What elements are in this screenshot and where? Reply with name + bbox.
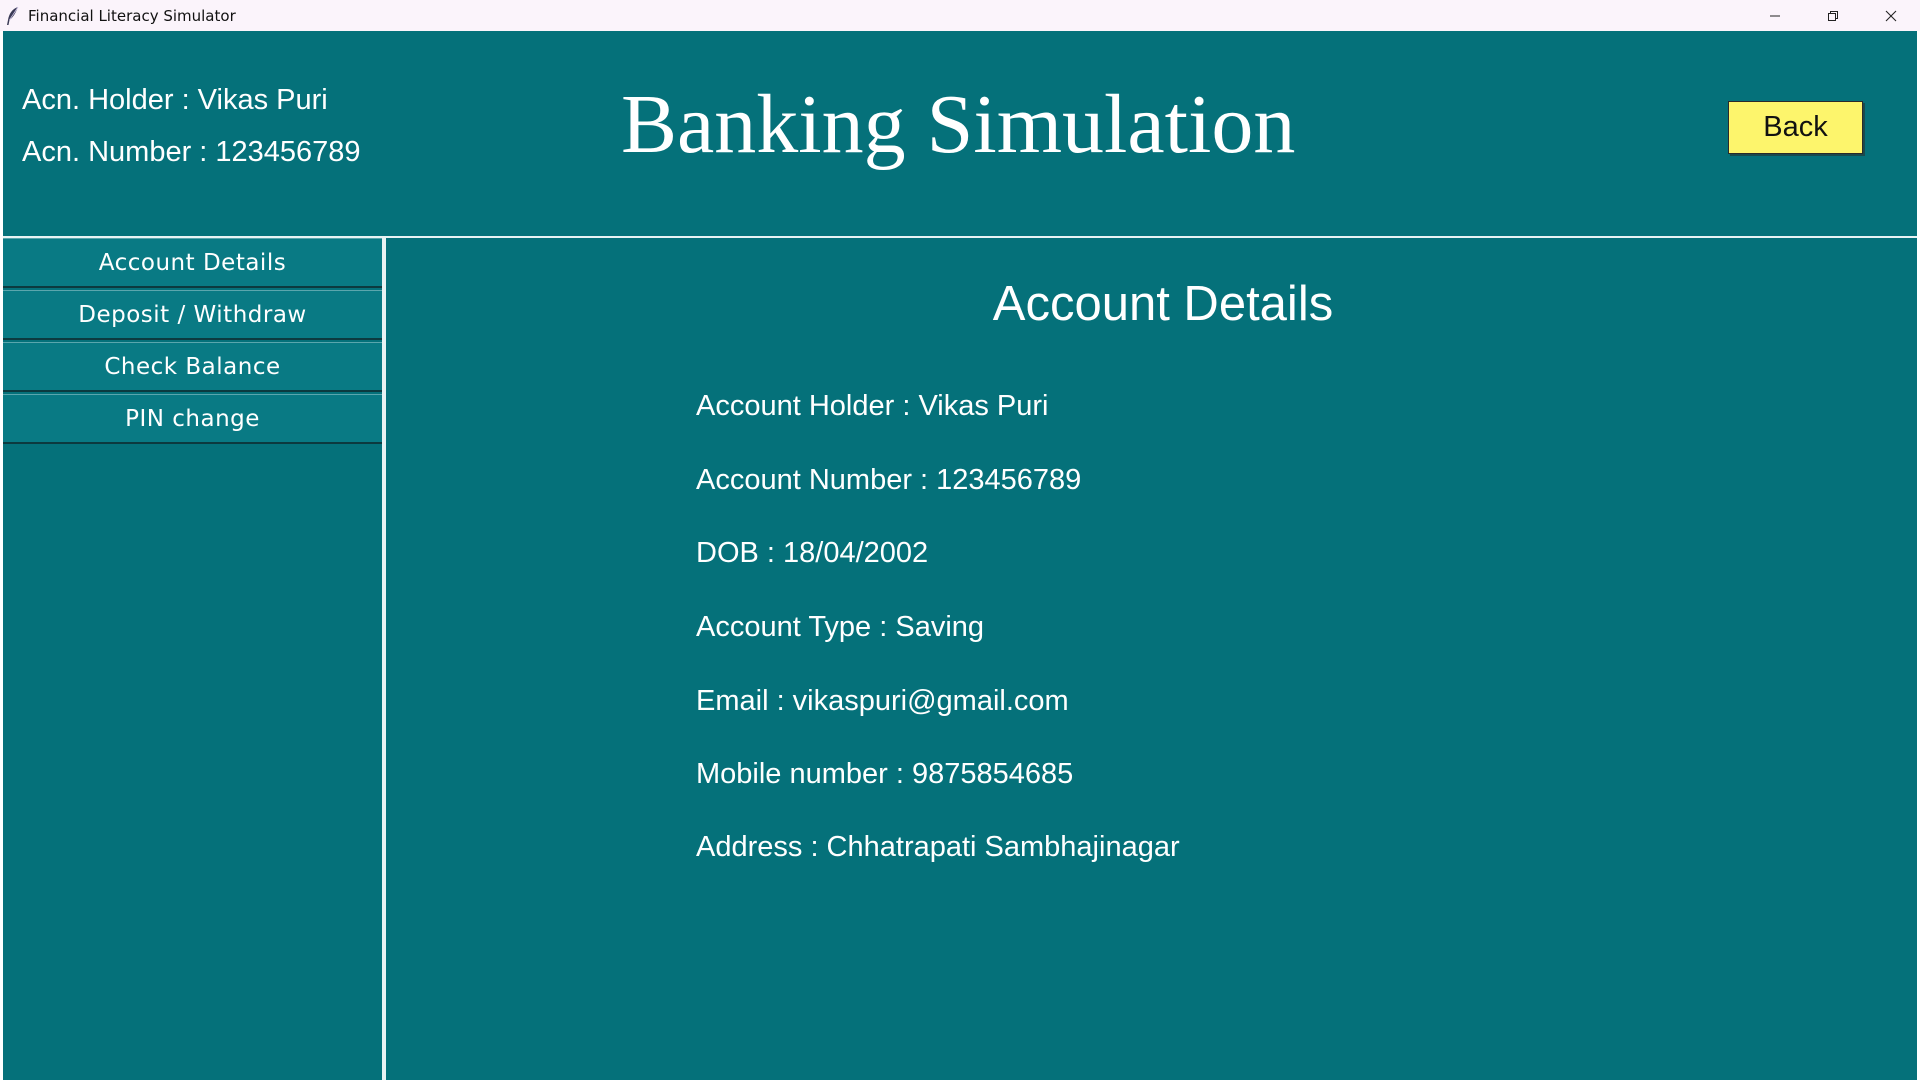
sidebar-item-deposit-withdraw[interactable]: Deposit / Withdraw — [3, 290, 384, 340]
sidebar-item-check-balance[interactable]: Check Balance — [3, 342, 384, 392]
feather-icon — [5, 6, 21, 26]
detail-dob: DOB : 18/04/2002 — [696, 537, 929, 569]
detail-account-holder: Account Holder : Vikas Puri — [696, 390, 1049, 422]
section-title: Account Details — [992, 277, 1334, 331]
title-bar: Financial Literacy Simulator — [0, 0, 1920, 31]
window-controls — [1746, 0, 1920, 31]
restore-icon — [1827, 10, 1839, 22]
window-body: Acn. Holder : Vikas Puri Acn. Number : 1… — [0, 31, 1920, 1080]
detail-email: Email : vikaspuri@gmail.com — [696, 685, 1069, 717]
detail-account-number: Account Number : 123456789 — [696, 464, 1082, 496]
header: Acn. Holder : Vikas Puri Acn. Number : 1… — [3, 31, 1917, 236]
back-button[interactable]: Back — [1728, 101, 1863, 154]
detail-address: Address : Chhatrapati Sambhajinagar — [696, 831, 1180, 863]
sidebar-item-account-details[interactable]: Account Details — [3, 238, 384, 288]
sidebar: Account Details Deposit / Withdraw Check… — [3, 238, 384, 1080]
close-icon — [1885, 10, 1897, 22]
account-number-summary: Acn. Number : 123456789 — [22, 136, 361, 168]
detail-mobile-number: Mobile number : 9875854685 — [696, 758, 1074, 790]
restore-button[interactable] — [1804, 0, 1862, 31]
account-details-panel: Account Details Account Holder : Vikas P… — [386, 238, 1917, 1080]
app-window: Financial Literacy Simulator Acn. Holder… — [0, 0, 1920, 1080]
window-title: Financial Literacy Simulator — [28, 6, 236, 25]
minimize-icon — [1769, 10, 1781, 22]
minimize-button[interactable] — [1746, 0, 1804, 31]
close-button[interactable] — [1862, 0, 1920, 31]
account-holder-summary: Acn. Holder : Vikas Puri — [22, 84, 328, 116]
page-title: Banking Simulation — [621, 78, 1296, 171]
detail-account-type: Account Type : Saving — [696, 611, 985, 643]
sidebar-item-pin-change[interactable]: PIN change — [3, 394, 384, 444]
